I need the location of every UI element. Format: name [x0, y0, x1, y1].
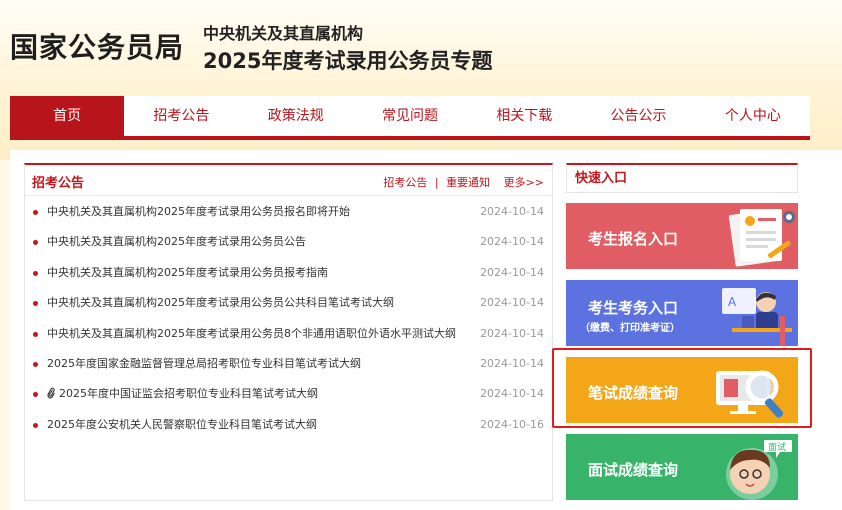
site-logo[interactable]: 国家公务员局 — [10, 26, 184, 66]
main-nav: 首页 招考公告 政策法规 常见问题 相关下载 公告公示 个人中心 — [10, 96, 810, 140]
list-item-title[interactable]: 中央机关及其直属机构2025年度考试录用公务员公共科目笔试考试大纲 — [47, 288, 394, 318]
list-item[interactable]: 中央机关及其直属机构2025年度考试录用公务员8个非通用语职位外语水平测试大纲 … — [25, 319, 552, 349]
bullet-icon — [33, 210, 38, 215]
list-item[interactable]: 中央机关及其直属机构2025年度考试录用公务员报考指南 2024-10-14 — [25, 258, 552, 288]
bullet-icon — [33, 331, 38, 337]
link-separator: | — [434, 176, 439, 189]
list-item-title[interactable]: 2025年度公安机关人民警察职位专业科目笔试考试大纲 — [47, 410, 317, 440]
candidate-registration-entry[interactable]: 考生报名入口 — [566, 203, 798, 269]
bullet-icon — [33, 392, 38, 398]
link-announcements[interactable]: 招考公告 — [383, 176, 427, 189]
list-item-date: 2024-10-16 — [480, 417, 544, 431]
list-item-title[interactable]: 2025年度中国证监会招考职位专业科目笔试考试大纲 — [59, 387, 318, 400]
announcement-panel-links: 招考公告 | 重要通知 更多>> — [383, 174, 544, 190]
bullet-icon — [33, 270, 38, 276]
written-exam-score-query[interactable]: 笔试成绩查询 — [566, 357, 798, 423]
exam-affairs-label: 考生考务入口 — [588, 299, 679, 317]
nav-item-notices[interactable]: 公告公示 — [581, 96, 695, 136]
announcement-panel-title: 招考公告 — [32, 176, 85, 191]
announcement-panel-header: 招考公告 招考公告 | 重要通知 更多>> — [25, 165, 552, 196]
bullet-icon — [33, 361, 38, 367]
candidate-exam-affairs-entry[interactable]: 考生考务入口 （缴费、打印准考证） A — [566, 280, 798, 346]
list-item-date: 2024-10-14 — [480, 296, 544, 310]
bullet-icon — [33, 422, 38, 428]
nav-item-announcements[interactable]: 招考公告 — [124, 96, 238, 136]
list-item[interactable]: 中央机关及其直属机构2025年度考试录用公务员公告 2024-10-14 — [25, 227, 552, 257]
list-item[interactable]: 中央机关及其直属机构2025年度考试录用公务员报名即将开始 2024-10-14 — [25, 197, 552, 227]
list-item-title[interactable]: 中央机关及其直属机构2025年度考试录用公务员报名即将开始 — [47, 197, 350, 227]
svg-text:A: A — [728, 295, 737, 309]
header-subtitle-line2: 2025年度考试录用公务员专题 — [203, 49, 493, 73]
list-item-title[interactable]: 2025年度国家金融监督管理总局招考职位专业科目笔试考试大纲 — [47, 349, 361, 379]
list-item-date: 2024-10-14 — [480, 205, 544, 218]
paperclip-icon — [47, 388, 55, 399]
more-link[interactable]: 更多>> — [504, 176, 544, 189]
candidate-registration-label: 考生报名入口 — [588, 230, 679, 248]
list-item-title[interactable]: 中央机关及其直属机构2025年度考试录用公务员公告 — [47, 227, 306, 257]
link-important-notices[interactable]: 重要通知 — [446, 176, 490, 189]
nav-item-home[interactable]: 首页 — [10, 96, 125, 136]
list-item-date: 2024-10-14 — [480, 265, 544, 279]
list-item-title[interactable]: 中央机关及其直属机构2025年度考试录用公务员8个非通用语职位外语水平测试大纲 — [47, 319, 456, 349]
nav-item-policies[interactable]: 政策法规 — [239, 96, 353, 136]
exam-affairs-sublabel: （缴费、打印准考证） — [580, 323, 680, 334]
list-item-title[interactable]: 中央机关及其直属机构2025年度考试录用公务员报考指南 — [47, 258, 328, 288]
nav-item-faq[interactable]: 常见问题 — [353, 96, 467, 136]
list-item-date: 2024-10-14 — [480, 235, 544, 249]
announcement-panel: 招考公告 招考公告 | 重要通知 更多>> 中央机关及其直属机构2025年度考试… — [24, 163, 553, 501]
nav-item-personal-center[interactable]: 个人中心 — [696, 96, 810, 136]
list-item[interactable]: 2025年度中国证监会招考职位专业科目笔试考试大纲 2024-10-14 — [25, 379, 552, 409]
interviewee-face-icon: 面试 — [726, 440, 792, 500]
bullet-icon — [33, 301, 38, 307]
nav-item-downloads[interactable]: 相关下载 — [467, 96, 581, 136]
list-item[interactable]: 2025年度公安机关人民警察职位专业科目笔试考试大纲 2024-10-16 — [25, 410, 552, 440]
list-item[interactable]: 中央机关及其直属机构2025年度考试录用公务员公共科目笔试考试大纲 2024-1… — [25, 288, 552, 318]
bullet-icon — [33, 240, 38, 246]
registration-form-icon — [728, 209, 795, 267]
interview-score-query[interactable]: 面试成绩查询 面试 — [566, 434, 798, 500]
list-item[interactable]: 2025年度国家金融监督管理总局招考职位专业科目笔试考试大纲 2024-10-1… — [25, 349, 552, 379]
quick-access-title: 快速入口 — [566, 163, 798, 193]
list-item-date: 2024-10-14 — [480, 356, 544, 370]
written-exam-score-label: 笔试成绩查询 — [588, 384, 679, 402]
header-subtitle-line1: 中央机关及其直属机构 — [203, 24, 364, 43]
list-item-date: 2024-10-14 — [480, 326, 544, 340]
interview-score-label: 面试成绩查询 — [588, 461, 679, 479]
announcement-list: 中央机关及其直属机构2025年度考试录用公务员报名即将开始 2024-10-14… — [25, 197, 552, 440]
main-content: 招考公告 招考公告 | 重要通知 更多>> 中央机关及其直属机构2025年度考试… — [10, 150, 842, 510]
quick-access-panel: 快速入口 考生报名入口 考生考务入口 （缴费、打印准考证） A 笔试成绩查询 面… — [566, 163, 798, 500]
student-at-desk-icon: A — [722, 288, 792, 346]
list-item-date: 2024-10-14 — [480, 387, 544, 401]
magnifier-monitor-icon — [716, 370, 784, 418]
list-item-title-with-attachment[interactable]: 2025年度中国证监会招考职位专业科目笔试考试大纲 — [47, 379, 318, 409]
interview-bubble-text: 面试 — [768, 441, 786, 453]
